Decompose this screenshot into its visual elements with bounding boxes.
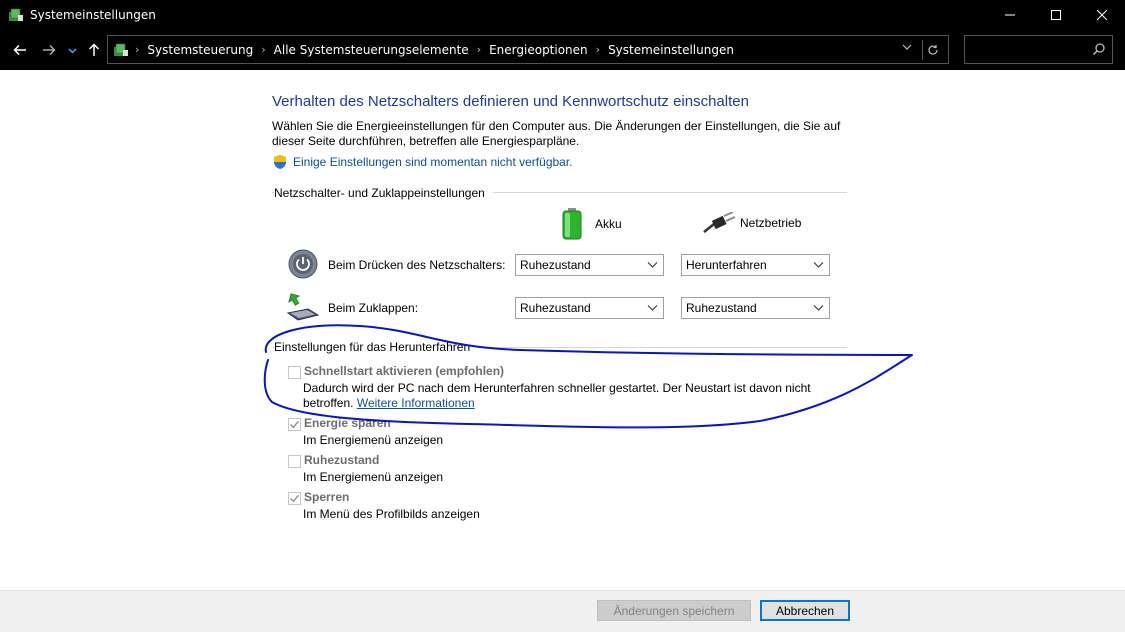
- chevron-right-icon: ›: [595, 43, 601, 56]
- uac-shield-icon: [274, 155, 286, 169]
- breadcrumb-systemeinstellungen[interactable]: Systemeinstellungen: [608, 43, 734, 57]
- fast-startup-description: Dadurch wird der PC nach dem Herunterfah…: [303, 381, 811, 410]
- control-panel-icon: [8, 7, 24, 23]
- lock-checkbox[interactable]: [288, 492, 301, 505]
- power-button-icon: [288, 249, 318, 282]
- checkmark-icon: [290, 494, 300, 503]
- shutdown-section-title: Einstellungen für das Herunterfahren: [274, 340, 479, 354]
- checkmark-icon: [290, 420, 300, 429]
- chevron-down-icon: [902, 44, 912, 50]
- content-area: Verhalten des Netzschalters definieren u…: [0, 70, 1125, 590]
- battery-column-label: Akku: [595, 217, 622, 231]
- search-input[interactable]: [965, 36, 1080, 63]
- title-bar: Systemeinstellungen: [0, 0, 1125, 30]
- sleep-description: Im Energiemenü anzeigen: [303, 433, 444, 447]
- minimize-button[interactable]: [987, 0, 1033, 30]
- battery-column-header: Akku: [561, 208, 622, 240]
- button-bar: Änderungen speichern Abbrechen: [0, 590, 1125, 632]
- lid-close-ac-select[interactable]: Ruhezustand: [681, 297, 830, 319]
- chevron-right-icon: ›: [135, 43, 140, 56]
- select-value: Ruhezustand: [520, 301, 591, 315]
- sleep-label: Energie sparen: [304, 416, 391, 430]
- address-history-button[interactable]: [902, 42, 912, 55]
- power-button-ac-select[interactable]: Herunterfahren: [681, 254, 830, 276]
- page-description: Wählen Sie die Energieeinstellungen für …: [272, 119, 841, 148]
- power-plug-icon: [703, 212, 736, 233]
- chevron-right-icon: ›: [261, 43, 266, 56]
- breadcrumb-alle-elemente[interactable]: Alle Systemsteuerungselemente: [274, 43, 469, 57]
- close-button[interactable]: [1079, 0, 1125, 30]
- breadcrumb-systemsteuerung[interactable]: Systemsteuerung: [147, 43, 253, 57]
- refresh-icon: [927, 45, 938, 55]
- chevron-down-icon: [813, 305, 824, 311]
- chevron-down-icon: [647, 262, 658, 268]
- power-section-title: Netzschalter- und Zuklappeinstellungen: [274, 186, 493, 200]
- more-info-link[interactable]: Weitere Informationen: [357, 396, 475, 410]
- select-value: Ruhezustand: [686, 301, 757, 315]
- arrow-up-icon: [88, 43, 100, 56]
- hibernate-checkbox[interactable]: [288, 455, 301, 468]
- minimize-icon: [1005, 14, 1015, 16]
- sleep-checkbox[interactable]: [288, 418, 301, 431]
- breadcrumb-energieoptionen[interactable]: Energieoptionen: [489, 43, 588, 57]
- search-icon[interactable]: [1092, 42, 1106, 56]
- chevron-down-icon: [813, 262, 824, 268]
- recent-locations-button[interactable]: [64, 40, 80, 60]
- chevron-right-icon: ›: [476, 43, 482, 56]
- page-title: Verhalten des Netzschalters definieren u…: [272, 93, 749, 110]
- maximize-button[interactable]: [1033, 0, 1079, 30]
- fast-startup-label: Schnellstart aktivieren (empfohlen): [304, 364, 505, 378]
- arrow-left-icon: [13, 44, 26, 56]
- ac-column-header: Netzbetrieb: [702, 212, 801, 234]
- hibernate-label: Ruhezustand: [304, 453, 380, 467]
- forward-button[interactable]: [39, 40, 59, 60]
- up-button[interactable]: [84, 40, 104, 60]
- chevron-down-icon: [67, 47, 77, 54]
- lid-close-label: Beim Zuklappen:: [328, 301, 419, 315]
- cancel-button[interactable]: Abbrechen: [760, 600, 850, 621]
- back-button[interactable]: [10, 40, 30, 60]
- battery-icon: [562, 208, 582, 240]
- lock-description: Im Menü des Profilbilds anzeigen: [303, 507, 480, 521]
- select-value: Ruhezustand: [520, 258, 591, 272]
- hibernate-description: Im Energiemenü anzeigen: [303, 470, 444, 484]
- ac-column-label: Netzbetrieb: [740, 216, 802, 230]
- chevron-down-icon: [647, 305, 658, 311]
- lock-label: Sperren: [304, 490, 350, 504]
- maximize-icon: [1051, 10, 1061, 20]
- window-title: Systemeinstellungen: [30, 8, 156, 22]
- arrow-right-icon: [43, 44, 56, 56]
- power-button-label: Beim Drücken des Netzschalters:: [328, 258, 506, 272]
- save-changes-button[interactable]: Änderungen speichern: [597, 600, 751, 621]
- address-bar[interactable]: › Systemsteuerung › Alle Systemsteuerung…: [107, 35, 949, 64]
- control-panel-icon: [113, 42, 129, 58]
- close-icon: [1097, 10, 1107, 20]
- admin-settings-link[interactable]: Einige Einstellungen sind momentan nicht…: [272, 154, 573, 170]
- search-box: [964, 35, 1113, 64]
- admin-link-text[interactable]: Einige Einstellungen sind momentan nicht…: [293, 155, 573, 169]
- power-button-battery-select[interactable]: Ruhezustand: [515, 254, 664, 276]
- fast-startup-checkbox[interactable]: [288, 366, 301, 379]
- laptop-lid-icon: [286, 291, 320, 324]
- lid-close-battery-select[interactable]: Ruhezustand: [515, 297, 664, 319]
- refresh-button[interactable]: [922, 40, 942, 60]
- select-value: Herunterfahren: [686, 258, 767, 272]
